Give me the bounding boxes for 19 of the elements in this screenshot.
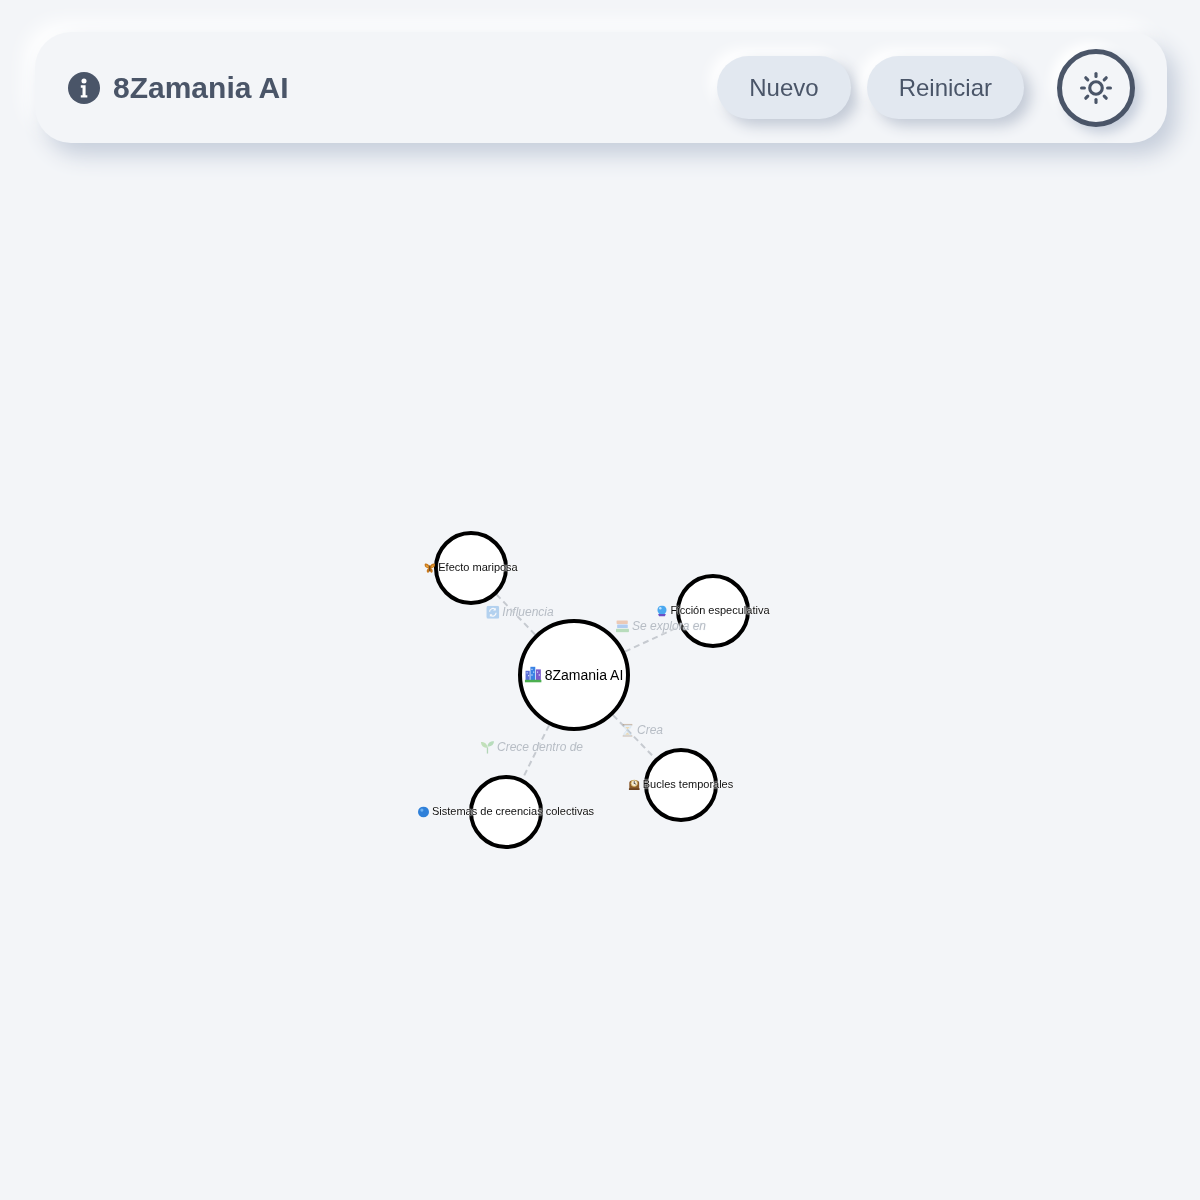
butterfly-icon: [424, 562, 436, 574]
edge-label: Crece dentro de: [496, 739, 584, 755]
books-icon: [615, 619, 629, 633]
sun-icon: [1080, 71, 1112, 104]
new-button[interactable]: Nuevo: [717, 56, 851, 119]
graph-node[interactable]: [518, 619, 630, 731]
sphere-icon: [418, 806, 429, 818]
info-icon[interactable]: [68, 71, 100, 104]
app-title: 8Zamania AI: [113, 69, 289, 106]
edge-label: Influencia: [502, 604, 554, 620]
clock-icon: [628, 779, 640, 791]
reset-button[interactable]: Reiniciar: [866, 56, 1024, 119]
city-icon: [524, 667, 542, 683]
seedling-icon: [480, 740, 494, 754]
crystal-ball-icon: [656, 605, 668, 617]
node-label: 8Zamania AI: [544, 666, 624, 684]
edge-label: Crea: [637, 722, 663, 738]
arrows-icon: [486, 605, 500, 619]
hourglass-icon: [621, 723, 634, 737]
